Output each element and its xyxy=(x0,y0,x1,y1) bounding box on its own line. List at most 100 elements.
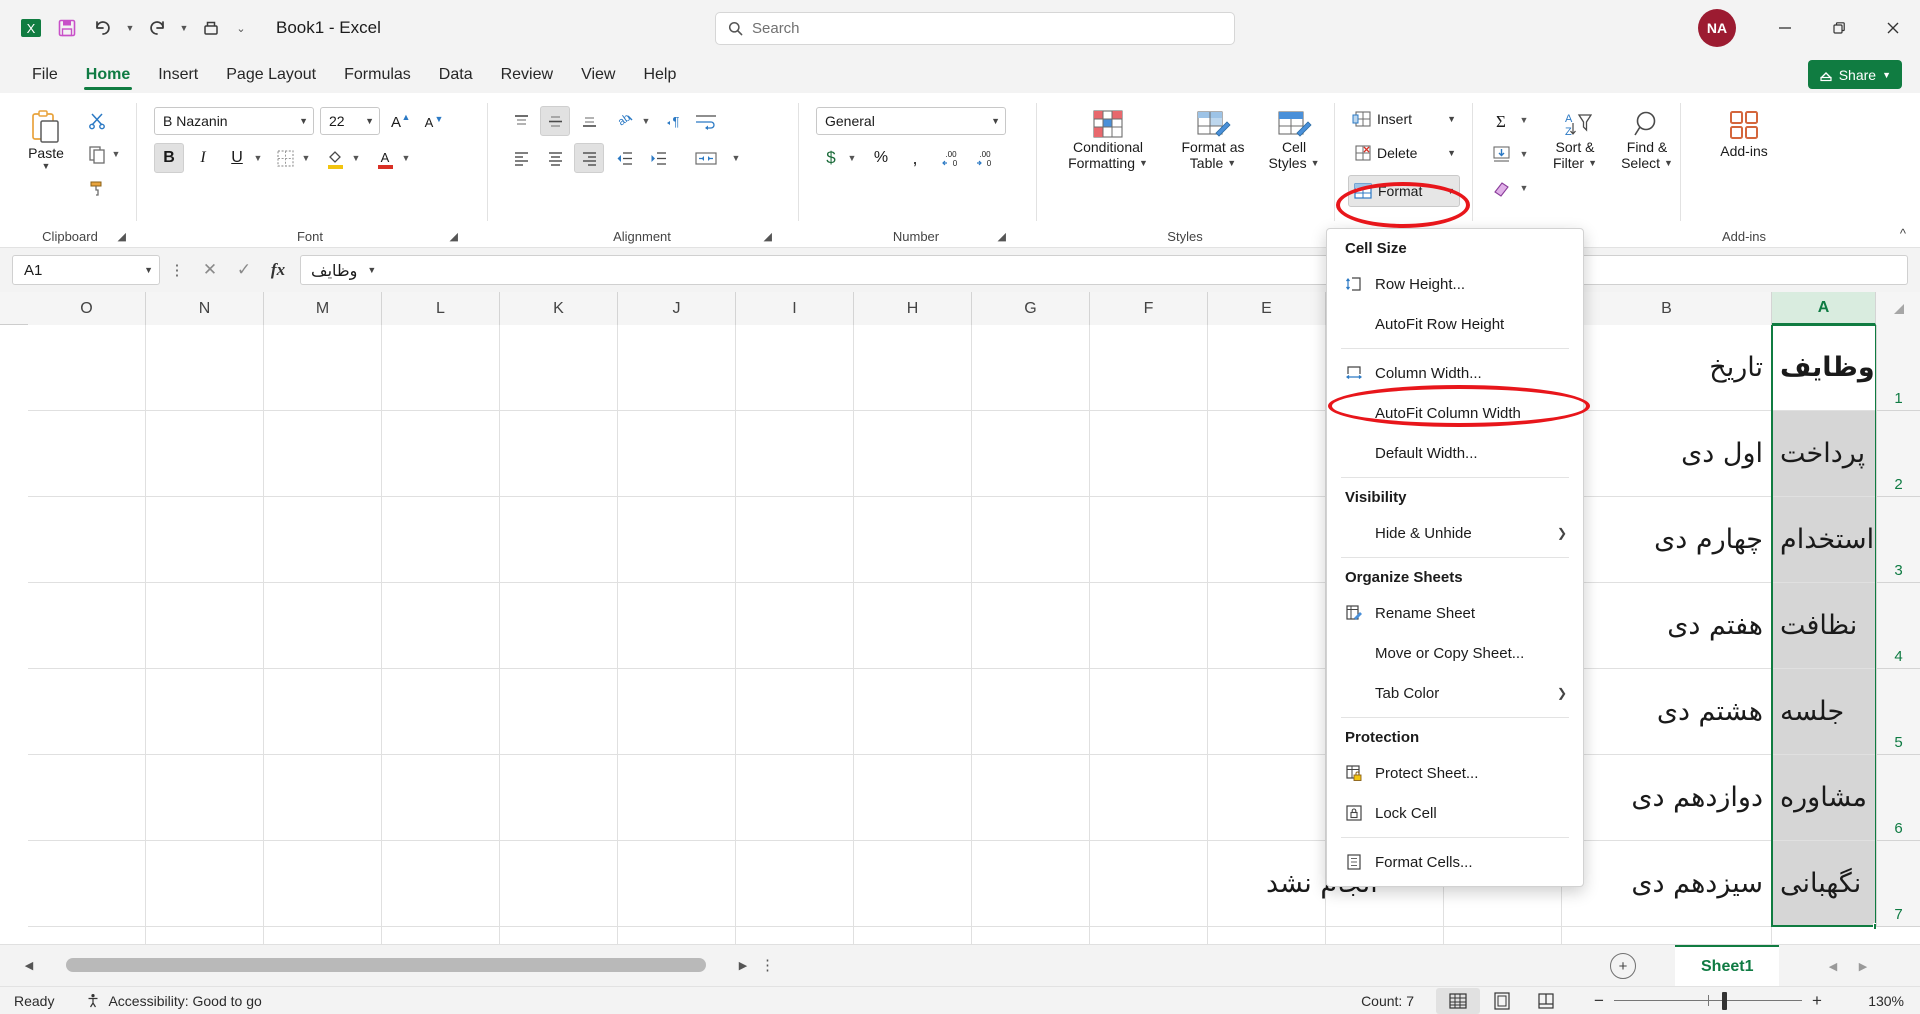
sort-filter-button[interactable]: A Z Sort & Filter ▼ xyxy=(1540,105,1610,175)
tab-file[interactable]: File xyxy=(18,63,72,93)
increase-decimal-button[interactable]: .000 xyxy=(936,143,966,173)
comma-style-button[interactable]: , xyxy=(900,143,930,173)
tab-help[interactable]: Help xyxy=(629,63,690,93)
font-color-caret-icon[interactable]: ▼ xyxy=(398,143,414,173)
fill-caret-icon[interactable]: ▼ xyxy=(1516,139,1532,169)
conditional-formatting-button[interactable]: Conditional Formatting ▼ xyxy=(1054,105,1162,175)
enter-button[interactable]: ✓ xyxy=(228,255,260,285)
scroll-left-icon[interactable]: ◀ xyxy=(16,953,42,977)
increase-font-size-button[interactable]: A▲ xyxy=(385,106,415,136)
orientation-button[interactable]: ab xyxy=(610,106,640,136)
bottom-align-button[interactable] xyxy=(574,106,604,136)
sheet-tab-options-icon[interactable]: ⋮ xyxy=(760,956,775,974)
row-header-2[interactable]: 2 xyxy=(1876,411,1920,497)
increase-indent-button[interactable] xyxy=(644,143,674,173)
align-right-button[interactable] xyxy=(574,143,604,173)
clipboard-dialog-launcher[interactable]: ◢ xyxy=(118,230,126,243)
decrease-indent-button[interactable] xyxy=(610,143,640,173)
menu-item-column-width[interactable]: Column Width... xyxy=(1327,353,1583,393)
menu-item-protect-sheet[interactable]: Protect Sheet... xyxy=(1327,753,1583,793)
alignment-dialog-launcher[interactable]: ◢ xyxy=(764,230,772,243)
accounting-caret-icon[interactable]: ▼ xyxy=(844,143,860,173)
chevron-down-icon[interactable]: ▼ xyxy=(991,116,1000,126)
column-header-J[interactable]: J xyxy=(618,292,736,325)
insert-function-button[interactable]: fx xyxy=(262,255,294,285)
column-header-H[interactable]: H xyxy=(854,292,972,325)
zoom-percentage[interactable]: 130% xyxy=(1844,993,1904,1009)
fill-color-caret-icon[interactable]: ▼ xyxy=(348,143,364,173)
menu-item-default-width[interactable]: Default Width... xyxy=(1327,433,1583,473)
sort-filter-caret-icon[interactable]: ▼ xyxy=(1588,155,1597,171)
tab-formulas[interactable]: Formulas xyxy=(330,63,425,93)
column-header-F[interactable]: F xyxy=(1090,292,1208,325)
collapse-ribbon-button[interactable]: ^ xyxy=(1900,226,1906,241)
middle-align-button[interactable] xyxy=(540,106,570,136)
find-select-button[interactable]: Find & Select ▼ xyxy=(1612,105,1682,175)
search-input[interactable]: Search xyxy=(715,12,1235,45)
conditional-formatting-caret-icon[interactable]: ▼ xyxy=(1139,155,1148,171)
cell-canvas[interactable]: تاریخ اول دی چهارم دی هفتم دی هشتم دی دو… xyxy=(28,325,1876,944)
horizontal-scroll-thumb[interactable] xyxy=(66,958,706,972)
undo-caret-icon[interactable]: ▼ xyxy=(122,12,138,44)
font-size-combobox[interactable]: 22 ▼ xyxy=(320,107,380,135)
zoom-in-button[interactable]: + xyxy=(1802,988,1832,1014)
horizontal-scrollbar[interactable]: ◀ ▶ xyxy=(16,953,756,977)
name-box[interactable]: A1 ▼ xyxy=(12,255,160,285)
restore-button[interactable] xyxy=(1812,0,1866,56)
font-name-combobox[interactable]: B Nazanin ▼ xyxy=(154,107,314,135)
chevron-down-icon[interactable]: ▼ xyxy=(299,116,308,126)
expand-formula-bar-icon[interactable]: ▼ xyxy=(367,265,376,275)
cell-A6[interactable]: مشاوره xyxy=(1772,755,1876,840)
formula-bar-options-icon[interactable]: ⋮ xyxy=(166,261,188,279)
menu-item-move-or-copy-sheet[interactable]: Move or Copy Sheet... xyxy=(1327,633,1583,673)
column-header-M[interactable]: M xyxy=(264,292,382,325)
column-header-G[interactable]: G xyxy=(972,292,1090,325)
sheet-nav-prev-icon[interactable]: ◀ xyxy=(1820,955,1846,977)
font-dialog-launcher[interactable]: ◢ xyxy=(450,230,458,243)
share-caret-icon[interactable]: ▼ xyxy=(1882,70,1891,80)
menu-item-lock-cell[interactable]: Lock Cell xyxy=(1327,793,1583,833)
minimize-button[interactable] xyxy=(1758,0,1812,56)
delete-cells-button[interactable]: Delete ▼ xyxy=(1348,141,1460,165)
tab-insert[interactable]: Insert xyxy=(144,63,212,93)
copy-caret-icon[interactable]: ▼ xyxy=(108,139,124,169)
cell-A1[interactable]: وظایف xyxy=(1772,325,1876,410)
redo-caret-icon[interactable]: ▼ xyxy=(176,12,192,44)
zoom-slider[interactable] xyxy=(1614,988,1802,1014)
cell-A2[interactable]: پرداخت xyxy=(1772,411,1876,496)
cell-B1[interactable]: تاریخ xyxy=(1562,325,1771,410)
cell-B4[interactable]: هفتم دی xyxy=(1562,583,1771,668)
cell-A7[interactable]: نگهبانی xyxy=(1772,841,1876,926)
row-header-4[interactable]: 4 xyxy=(1876,583,1920,669)
format-painter-button[interactable] xyxy=(82,173,112,203)
column-header-K[interactable]: K xyxy=(500,292,618,325)
borders-caret-icon[interactable]: ▼ xyxy=(298,143,314,173)
select-all-corner[interactable] xyxy=(1876,292,1920,325)
chevron-down-icon[interactable]: ▼ xyxy=(365,116,374,126)
menu-item-row-height[interactable]: Row Height... xyxy=(1327,264,1583,304)
redo-icon[interactable] xyxy=(140,12,174,44)
cell-B3[interactable]: چهارم دی xyxy=(1562,497,1771,582)
cancel-button[interactable]: ✕ xyxy=(194,255,226,285)
decrease-font-size-button[interactable]: A▼ xyxy=(418,106,448,136)
merge-center-caret-icon[interactable]: ▼ xyxy=(728,143,744,173)
find-select-caret-icon[interactable]: ▼ xyxy=(1664,155,1673,171)
scroll-right-icon[interactable]: ▶ xyxy=(730,953,756,977)
cell-B2[interactable]: اول دی xyxy=(1562,411,1771,496)
menu-item-hide-unhide[interactable]: Hide & Unhide ❯ xyxy=(1327,513,1583,553)
format-as-table-button[interactable]: Format as Table ▼ xyxy=(1168,105,1258,175)
clear-button[interactable] xyxy=(1486,173,1516,203)
autosum-button[interactable]: Σ xyxy=(1486,105,1516,135)
column-header-O[interactable]: O xyxy=(28,292,146,325)
borders-button[interactable] xyxy=(270,143,300,173)
column-header-E[interactable]: E xyxy=(1208,292,1326,325)
add-sheet-button[interactable]: + xyxy=(1610,953,1636,979)
paste-caret-icon[interactable]: ▼ xyxy=(42,161,51,171)
row-header-3[interactable]: 3 xyxy=(1876,497,1920,583)
row-header-1[interactable]: 1 xyxy=(1876,325,1920,411)
insert-caret-icon[interactable]: ▼ xyxy=(1447,114,1456,124)
autosum-caret-icon[interactable]: ▼ xyxy=(1516,105,1532,135)
column-header-A[interactable]: A xyxy=(1772,292,1876,325)
top-align-button[interactable] xyxy=(506,106,536,136)
tab-page-layout[interactable]: Page Layout xyxy=(212,63,330,93)
